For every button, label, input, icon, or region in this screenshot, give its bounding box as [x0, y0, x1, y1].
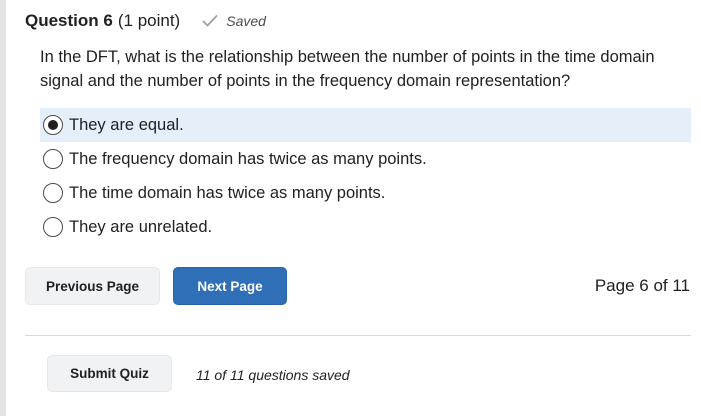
answer-option-2[interactable]: The frequency domain has twice as many p… — [40, 142, 691, 176]
question-title: Question 6 — [25, 11, 113, 30]
saved-status: Saved — [202, 13, 266, 29]
question-header: Question 6 (1 point) Saved — [25, 10, 266, 32]
answer-option-label: They are equal. — [69, 115, 184, 134]
left-border — [0, 0, 6, 416]
answer-option-label: They are unrelated. — [69, 217, 213, 236]
answer-option-label: The time domain has twice as many points… — [69, 183, 386, 202]
radio-dot — [48, 120, 58, 130]
question-text: In the DFT, what is the relationship bet… — [40, 48, 655, 90]
quiz-page: Question 6 (1 point) Saved In the DFT, w… — [0, 0, 701, 416]
divider — [25, 335, 691, 336]
submit-quiz-button[interactable]: Submit Quiz — [47, 355, 172, 392]
answer-option-label: The frequency domain has twice as many p… — [69, 149, 427, 168]
answer-option-3[interactable]: The time domain has twice as many points… — [40, 176, 691, 210]
answer-option-1[interactable]: They are equal. — [40, 108, 691, 142]
previous-page-button[interactable]: Previous Page — [25, 267, 160, 305]
question-points: (1 point) — [117, 11, 181, 30]
questions-saved-count: 11 of 11 questions saved — [196, 367, 350, 383]
saved-label: Saved — [226, 13, 266, 29]
radio-button[interactable] — [43, 149, 63, 169]
radio-button-selected[interactable] — [43, 115, 63, 135]
radio-button[interactable] — [43, 183, 63, 203]
page-indicator: Page 6 of 11 — [594, 276, 690, 295]
answer-options: They are equal. The frequency domain has… — [40, 108, 691, 244]
next-page-button[interactable]: Next Page — [173, 267, 287, 305]
answer-option-4[interactable]: They are unrelated. — [40, 210, 691, 244]
radio-button[interactable] — [43, 217, 63, 237]
check-icon — [202, 14, 218, 28]
